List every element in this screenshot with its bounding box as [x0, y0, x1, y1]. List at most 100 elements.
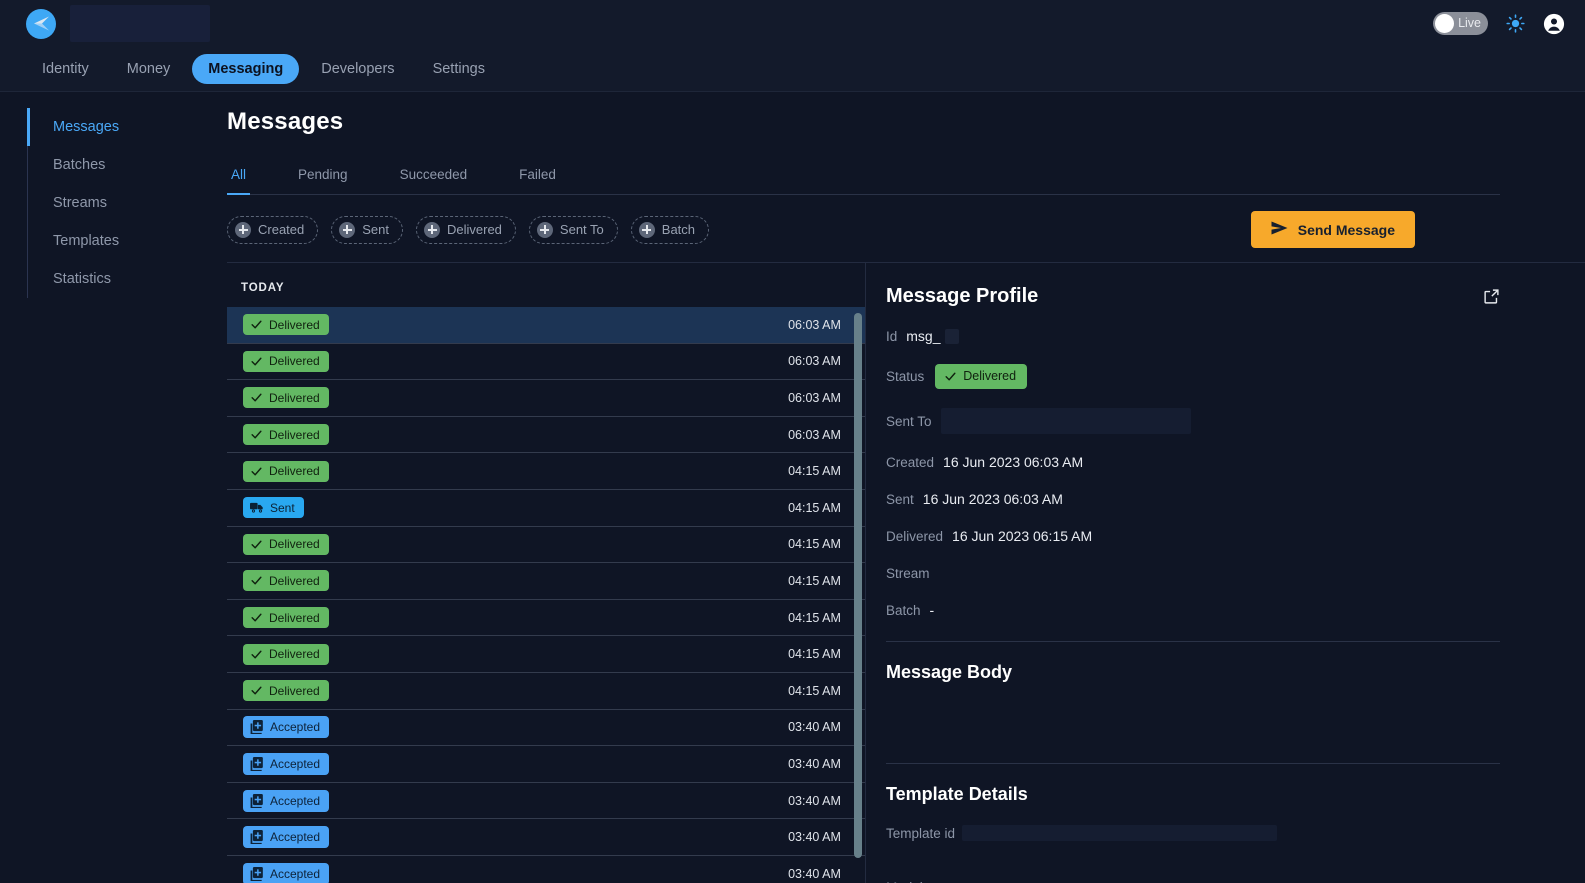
message-list: Delivered 06:03 AM Delivered 06:03 AM Delive…: [227, 307, 865, 883]
status-badge-label: Delivered: [269, 610, 320, 625]
send-message-button[interactable]: Send Message: [1250, 211, 1415, 248]
table-row[interactable]: Delivered 04:15 AM: [227, 673, 865, 710]
status-badge: Delivered: [243, 424, 329, 446]
table-row[interactable]: Accepted 03:40 AM: [227, 746, 865, 783]
sidebar-item-templates[interactable]: Templates: [28, 222, 227, 260]
detail-label-sent-to: Sent To: [886, 413, 932, 429]
detail-label-created: Created: [886, 454, 935, 470]
status-badge: Delivered: [243, 350, 329, 372]
status-badge-label: Accepted: [270, 830, 321, 845]
check-icon: [250, 465, 263, 478]
live-mode-toggle[interactable]: Live: [1433, 12, 1488, 35]
sidebar-list: Messages Batches Streams Templates Stati…: [27, 108, 227, 298]
detail-field-batch: Batch -: [886, 601, 1500, 619]
table-row[interactable]: Delivered 06:03 AM: [227, 307, 865, 344]
table-row[interactable]: Delivered 04:15 AM: [227, 636, 865, 673]
row-time: 03:40 AM: [788, 866, 841, 881]
brightness-sun-icon[interactable]: [1506, 14, 1525, 33]
status-badge-label: Delivered: [269, 647, 320, 662]
tab-succeeded[interactable]: Succeeded: [396, 158, 472, 195]
main-header: Messages All Pending Succeeded Failed Cr…: [227, 92, 1585, 262]
table-row[interactable]: Accepted 03:40 AM: [227, 783, 865, 820]
row-status-cell: Accepted: [227, 826, 351, 849]
library-add-icon: [250, 866, 264, 881]
row-status-cell: Accepted: [227, 789, 351, 812]
check-icon: [250, 391, 263, 404]
message-body-content: [886, 683, 1500, 741]
detail-title: Message Profile: [886, 285, 1039, 307]
filter-chip-sent-to[interactable]: Sent To: [528, 215, 618, 244]
table-row[interactable]: Accepted 03:40 AM: [227, 819, 865, 856]
row-time: 04:15 AM: [788, 573, 841, 588]
filter-chip-delivered[interactable]: Delivered: [416, 215, 516, 244]
status-badge: Delivered: [243, 643, 329, 665]
table-row[interactable]: Delivered 06:03 AM: [227, 344, 865, 381]
check-icon: [250, 648, 263, 661]
table-row[interactable]: Delivered 04:15 AM: [227, 527, 865, 564]
status-badge-label: Delivered: [269, 683, 320, 698]
sidebar-item-batches[interactable]: Batches: [28, 146, 227, 184]
detail-label-sent: Sent: [886, 491, 914, 507]
nav-item-developers[interactable]: Developers: [305, 54, 410, 84]
table-row[interactable]: Delivered 04:15 AM: [227, 563, 865, 600]
nav-item-messaging[interactable]: Messaging: [192, 54, 300, 84]
filter-chip-label: Delivered: [447, 222, 502, 237]
check-icon: [250, 684, 263, 697]
check-icon: [944, 370, 957, 383]
sidebar-item-streams[interactable]: Streams: [28, 184, 227, 222]
table-row[interactable]: Sent 04:15 AM: [227, 490, 865, 527]
message-list-pane: TODAY Delivered 06:03 AM Delivered 06:03 AM…: [227, 263, 866, 883]
account-circle-icon[interactable]: [1543, 13, 1565, 35]
message-detail-pane: Message Profile Id msg_ Status Delivered…: [866, 263, 1585, 883]
filter-chip-sent[interactable]: Sent: [331, 215, 403, 244]
template-details-title: Template Details: [886, 784, 1028, 804]
check-icon: [250, 574, 263, 587]
detail-field-sent: Sent 16 Jun 2023 06:03 AM: [886, 490, 1500, 508]
table-row[interactable]: Accepted 03:40 AM: [227, 856, 865, 883]
row-status-cell: Delivered: [227, 424, 351, 446]
library-add-icon: [250, 793, 264, 808]
detail-field-stream: Stream: [886, 564, 1500, 582]
detail-label-batch: Batch: [886, 602, 921, 618]
table-row[interactable]: Accepted 03:40 AM: [227, 710, 865, 747]
detail-label-model: Model: [886, 880, 923, 883]
top-bar-actions: Live: [1433, 0, 1565, 47]
nav-item-money[interactable]: Money: [111, 54, 187, 84]
row-time: 04:15 AM: [788, 610, 841, 625]
scrollbar-thumb[interactable]: [854, 313, 862, 859]
detail-divider-1: [886, 641, 1500, 642]
status-badge-label: Delivered: [269, 390, 320, 405]
main-content: Messages All Pending Succeeded Failed Cr…: [227, 92, 1585, 883]
message-list-scrollbar[interactable]: [854, 313, 862, 881]
detail-value-id-redacted: [944, 328, 959, 344]
detail-field-model: Model: [886, 878, 1500, 883]
send-icon: [1271, 221, 1288, 238]
table-row[interactable]: Delivered 04:15 AM: [227, 453, 865, 490]
status-badge-label: Delivered: [269, 464, 320, 479]
detail-label-stream: Stream: [886, 565, 930, 581]
status-badge: Accepted: [243, 752, 330, 775]
sidebar: Messages Batches Streams Templates Stati…: [0, 92, 227, 883]
row-status-cell: Delivered: [227, 460, 351, 482]
row-time: 06:03 AM: [788, 390, 841, 405]
paper-plane-logo-icon[interactable]: [26, 8, 56, 39]
page-title: Messages: [227, 108, 344, 135]
table-row[interactable]: Delivered 06:03 AM: [227, 417, 865, 454]
table-row[interactable]: Delivered 04:15 AM: [227, 600, 865, 637]
filter-chip-batch[interactable]: Batch: [630, 215, 710, 244]
sidebar-item-messages[interactable]: Messages: [27, 108, 227, 146]
tab-pending[interactable]: Pending: [294, 158, 352, 195]
row-time: 04:15 AM: [788, 500, 841, 515]
tab-all[interactable]: All: [227, 158, 251, 195]
send-message-label: Send Message: [1297, 221, 1395, 238]
nav-item-identity[interactable]: Identity: [26, 54, 105, 84]
table-row[interactable]: Delivered 06:03 AM: [227, 380, 865, 417]
library-add-icon: [250, 756, 264, 771]
sidebar-item-statistics[interactable]: Statistics: [28, 260, 227, 298]
nav-item-settings[interactable]: Settings: [417, 54, 501, 84]
status-badge-label: Delivered: [269, 537, 320, 552]
filter-chip-created[interactable]: Created: [227, 215, 319, 244]
plus-icon: [638, 221, 655, 238]
open-in-new-icon[interactable]: [1483, 288, 1500, 305]
tab-failed[interactable]: Failed: [515, 158, 560, 195]
